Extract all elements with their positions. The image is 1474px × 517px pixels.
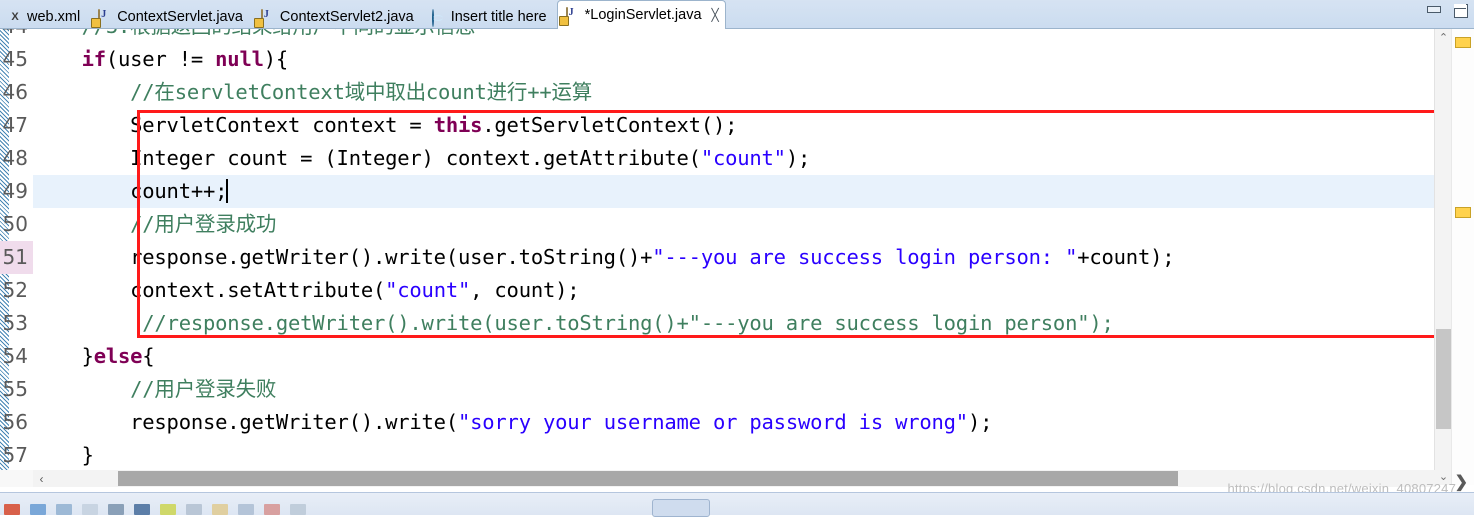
- line-number: 52: [2, 278, 28, 302]
- line-number: 45: [2, 47, 28, 71]
- code-line-text[interactable]: //response.getWriter().write(user.toStri…: [33, 307, 1474, 340]
- code-line-text[interactable]: //在servletContext域中取出count进行++运算: [33, 76, 1474, 109]
- code-lines: 44 //3.根据返回的结果给用户不同的显示信息45 if(user != nu…: [0, 29, 1474, 472]
- overview-ruler[interactable]: [1451, 29, 1474, 485]
- editor-tab-label: ContextServlet2.java: [279, 8, 414, 25]
- code-line-row[interactable]: 50 //用户登录成功: [0, 208, 1474, 241]
- vertical-scrollbar[interactable]: ⌃ ⌄: [1434, 29, 1452, 485]
- vertical-scroll-thumb[interactable]: [1436, 329, 1451, 429]
- editor-tabs: Xweb.xml ContextServlet.java ContextServle…: [0, 0, 726, 29]
- editor-tab-3[interactable]: Insert title here: [424, 5, 557, 29]
- code-line-text[interactable]: //用户登录成功: [33, 208, 1474, 241]
- taskbar-active-item[interactable]: [652, 499, 710, 517]
- code-line-row[interactable]: 55 //用户登录失败: [0, 373, 1474, 406]
- taskbar-icon[interactable]: [104, 504, 130, 516]
- code-line-text[interactable]: count++;: [33, 175, 1474, 208]
- taskbar-icon[interactable]: [182, 504, 208, 516]
- window-controls: [1426, 4, 1468, 18]
- editor-tab-label: ContextServlet.java: [117, 8, 243, 25]
- taskbar-icon[interactable]: [52, 504, 78, 516]
- editor-tab-bar: Xweb.xml ContextServlet.java ContextServle…: [0, 0, 1474, 29]
- code-line-text[interactable]: }: [33, 439, 1474, 472]
- code-line-row[interactable]: 47 ServletContext context = this.getServ…: [0, 109, 1474, 142]
- taskbar-icon[interactable]: [260, 504, 286, 516]
- line-number: 51: [0, 241, 33, 274]
- code-line-row[interactable]: 52 context.setAttribute("count", count);: [0, 274, 1474, 307]
- code-line-row[interactable]: 48 Integer count = (Integer) context.get…: [0, 142, 1474, 175]
- code-line-row[interactable]: 56 response.getWriter().write("sorry you…: [0, 406, 1474, 439]
- xml-file-icon: X: [11, 10, 19, 23]
- code-editor[interactable]: 44 //3.根据返回的结果给用户不同的显示信息45 if(user != nu…: [0, 29, 1474, 485]
- scroll-up-icon[interactable]: ⌃: [1435, 29, 1452, 46]
- code-line-row[interactable]: 49 count++;: [0, 175, 1474, 208]
- scroll-left-icon[interactable]: ‹: [33, 470, 50, 487]
- line-number: 50: [2, 212, 28, 236]
- taskbar-icon[interactable]: [0, 504, 26, 516]
- editor-tab-2[interactable]: ContextServlet2.java: [253, 5, 424, 29]
- taskbar-icon[interactable]: [208, 504, 234, 516]
- taskbar-icon[interactable]: [26, 504, 52, 516]
- eclipse-editor-window: Xweb.xml ContextServlet.java ContextServle…: [0, 0, 1474, 517]
- taskbar-icon[interactable]: [78, 504, 104, 516]
- code-line-row[interactable]: 53 //response.getWriter().write(user.toS…: [0, 307, 1474, 340]
- maximize-restore-icon[interactable]: [1453, 4, 1468, 18]
- code-line-text[interactable]: //3.根据返回的结果给用户不同的显示信息: [33, 29, 1474, 43]
- code-line-row[interactable]: 51 response.getWriter().write(user.toStr…: [0, 241, 1474, 274]
- horizontal-scroll-thumb[interactable]: [118, 471, 1178, 486]
- scrollbar-corner: [0, 470, 33, 487]
- taskbar-icon[interactable]: [286, 504, 312, 516]
- java-file-icon: [98, 8, 112, 27]
- line-number: 49: [2, 179, 28, 203]
- close-icon[interactable]: ╳: [712, 8, 719, 22]
- editor-tab-label: web.xml: [27, 8, 81, 25]
- code-line-row[interactable]: 44 //3.根据返回的结果给用户不同的显示信息: [0, 29, 1474, 43]
- minimize-icon[interactable]: [1426, 4, 1441, 17]
- overview-marker[interactable]: [1455, 207, 1471, 218]
- taskbar-icon[interactable]: [156, 504, 182, 516]
- code-line-row[interactable]: 45 if(user != null){: [0, 43, 1474, 76]
- editor-tab-0[interactable]: Xweb.xml: [0, 5, 90, 29]
- code-line-text[interactable]: Integer count = (Integer) context.getAtt…: [33, 142, 1474, 175]
- chevron-right-icon: ❯: [1454, 474, 1468, 491]
- taskbar-icon[interactable]: [234, 504, 260, 516]
- code-line-text[interactable]: //用户登录失败: [33, 373, 1474, 406]
- taskbar-icon[interactable]: [130, 504, 156, 516]
- java-file-icon: [260, 8, 275, 27]
- code-line-text[interactable]: ServletContext context = this.getServlet…: [33, 109, 1474, 142]
- code-line-text[interactable]: context.setAttribute("count", count);: [33, 274, 1474, 307]
- code-line-row[interactable]: 57 }: [0, 439, 1474, 472]
- editor-tab-label: *LoginServlet.java: [584, 6, 702, 23]
- taskbar-icons[interactable]: [0, 504, 312, 516]
- overview-marker[interactable]: [1455, 37, 1471, 48]
- line-number: 57: [2, 443, 28, 467]
- line-number: 44: [0, 29, 33, 43]
- line-number: 55: [2, 377, 28, 401]
- line-number: 56: [2, 410, 28, 434]
- line-number: 53: [2, 311, 28, 335]
- horizontal-scrollbar[interactable]: ‹: [33, 470, 1435, 487]
- os-taskbar: [0, 492, 1474, 517]
- line-number: 54: [2, 344, 28, 368]
- code-line-text[interactable]: response.getWriter().write(user.toString…: [33, 241, 1474, 274]
- editor-tab-1[interactable]: ContextServlet.java: [90, 5, 253, 29]
- line-number: 47: [2, 113, 28, 137]
- code-line-text[interactable]: }else{: [33, 340, 1474, 373]
- code-line-text[interactable]: response.getWriter().write("sorry your u…: [33, 406, 1474, 439]
- code-line-row[interactable]: 46 //在servletContext域中取出count进行++运算: [0, 76, 1474, 109]
- java-file-icon: [565, 6, 580, 25]
- globe-icon: [431, 8, 446, 27]
- line-number: 48: [2, 146, 28, 170]
- code-line-text[interactable]: if(user != null){: [33, 43, 1474, 76]
- editor-tab-label: Insert title here: [450, 8, 547, 25]
- code-line-row[interactable]: 54 }else{: [0, 340, 1474, 373]
- line-number: 46: [2, 80, 28, 104]
- editor-tab-4[interactable]: *LoginServlet.java ╳: [556, 0, 726, 29]
